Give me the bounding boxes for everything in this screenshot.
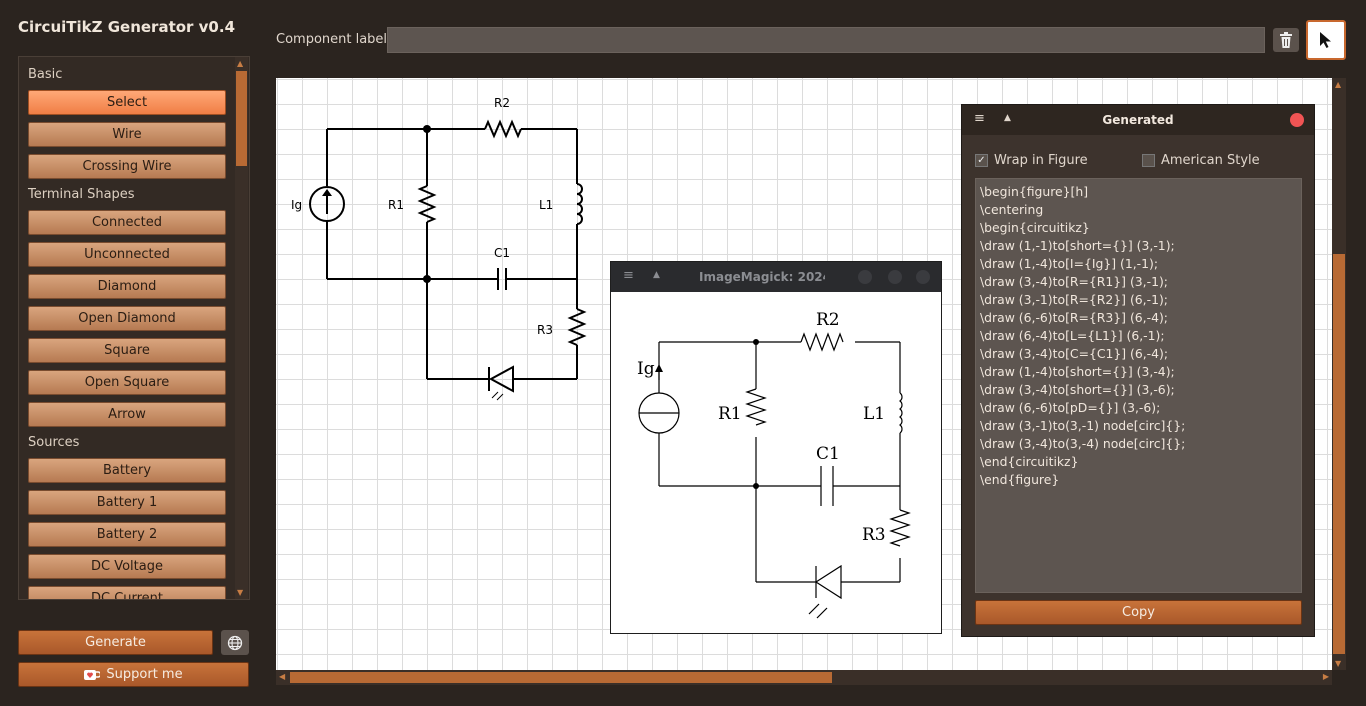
generated-titlebar[interactable]: ≡ ▲ Generated xyxy=(962,105,1314,135)
component-palette: Basic Select Wire Crossing Wire Terminal… xyxy=(18,56,250,600)
generated-code-textarea[interactable]: \begin{figure}[h] \centering \begin{circ… xyxy=(975,178,1302,593)
section-title-basic: Basic xyxy=(28,67,63,82)
tool-arrow[interactable]: Arrow xyxy=(28,402,226,427)
close-icon[interactable] xyxy=(916,270,930,284)
imagemagick-preview-window[interactable]: ≡ ▲ ImageMagick: 2024-0 xyxy=(610,261,942,634)
label-r2: R2 xyxy=(494,96,510,110)
component-label-caption: Component label xyxy=(276,32,388,47)
tool-unconnected[interactable]: Unconnected xyxy=(28,242,226,267)
vertical-scroll-thumb[interactable] xyxy=(1333,254,1345,654)
checkmark-icon[interactable]: ✓ xyxy=(975,154,988,167)
scroll-up-icon[interactable]: ▲ xyxy=(237,59,243,68)
inductor-l1 xyxy=(576,183,583,225)
generated-title: Generated xyxy=(1102,113,1174,127)
component-label-input[interactable] xyxy=(387,27,1265,53)
palette-scroll-thumb[interactable] xyxy=(236,71,247,166)
support-label: Support me xyxy=(106,667,183,682)
imagemagick-title: ImageMagick: 2024-0 xyxy=(699,270,825,284)
section-title-terminal-shapes: Terminal Shapes xyxy=(28,187,135,202)
unchecked-box-icon[interactable] xyxy=(1142,154,1155,167)
canvas-vertical-scrollbar[interactable]: ▲ ▼ xyxy=(1332,78,1346,670)
tool-battery-2[interactable]: Battery 2 xyxy=(28,522,226,547)
maximize-icon[interactable] xyxy=(888,270,902,284)
resistor-r2 xyxy=(484,119,522,139)
language-button[interactable] xyxy=(221,630,249,655)
horizontal-scroll-thumb[interactable] xyxy=(290,672,832,683)
palette-scrollbar[interactable]: ▲ ▼ xyxy=(235,57,248,599)
tool-open-square[interactable]: Open Square xyxy=(28,370,226,395)
wrap-in-figure-checkbox[interactable]: ✓ Wrap in Figure xyxy=(975,153,1088,168)
scroll-down-icon[interactable]: ▼ xyxy=(1335,659,1341,668)
tool-crossing-wire[interactable]: Crossing Wire xyxy=(28,154,226,179)
wrap-in-figure-label: Wrap in Figure xyxy=(994,153,1088,168)
label-r1: R1 xyxy=(388,198,404,212)
tool-dc-current[interactable]: DC Current xyxy=(28,586,226,599)
minimize-icon[interactable] xyxy=(858,270,872,284)
app-title: CircuiTikZ Generator v0.4 xyxy=(18,18,236,36)
canvas-horizontal-scrollbar[interactable]: ◀ ▶ xyxy=(276,670,1332,685)
cursor-arrow-icon xyxy=(1320,32,1331,48)
preview-label-l1: L1 xyxy=(863,404,885,424)
scroll-down-icon[interactable]: ▼ xyxy=(237,588,243,597)
preview-label-c1: C1 xyxy=(816,444,840,464)
junction-node xyxy=(423,275,431,283)
tool-select[interactable]: Select xyxy=(28,90,226,115)
resistor-r1 xyxy=(417,185,437,223)
tool-diamond[interactable]: Diamond xyxy=(28,274,226,299)
section-title-sources: Sources xyxy=(28,435,80,450)
pointer-tool-button[interactable] xyxy=(1306,20,1346,60)
label-r3: R3 xyxy=(537,323,553,337)
tool-dc-voltage[interactable]: DC Voltage xyxy=(28,554,226,579)
tool-connected[interactable]: Connected xyxy=(28,210,226,235)
tool-open-diamond[interactable]: Open Diamond xyxy=(28,306,226,331)
label-c1: C1 xyxy=(494,246,510,260)
resistor-r3 xyxy=(567,308,587,346)
support-button[interactable]: Support me xyxy=(18,662,249,687)
tool-battery-1[interactable]: Battery 1 xyxy=(28,490,226,515)
junction-node xyxy=(423,125,431,133)
preview-label-r2: R2 xyxy=(816,310,840,330)
label-ig: Ig xyxy=(291,198,302,212)
delete-button[interactable] xyxy=(1273,28,1299,52)
scroll-left-icon[interactable]: ◀ xyxy=(279,672,285,681)
scroll-up-icon[interactable]: ▲ xyxy=(1335,80,1341,89)
preview-label-ig: Ig xyxy=(637,359,655,379)
copy-button[interactable]: Copy xyxy=(975,600,1302,625)
kofi-cup-icon xyxy=(84,669,101,680)
imagemagick-titlebar[interactable]: ≡ ▲ ImageMagick: 2024-0 xyxy=(611,262,941,292)
close-icon[interactable] xyxy=(1290,113,1304,127)
american-style-label: American Style xyxy=(1161,153,1260,168)
tool-battery[interactable]: Battery xyxy=(28,458,226,483)
caret-up-icon[interactable]: ▲ xyxy=(653,270,660,280)
generate-button[interactable]: Generate xyxy=(18,630,213,655)
globe-icon xyxy=(227,635,243,650)
rendered-circuit-preview: R2 Ig R1 L1 C1 R3 xyxy=(637,310,911,619)
preview-label-r1: R1 xyxy=(718,404,742,424)
preview-label-r3: R3 xyxy=(862,525,886,545)
tool-square[interactable]: Square xyxy=(28,338,226,363)
scroll-right-icon[interactable]: ▶ xyxy=(1323,672,1329,681)
menu-icon[interactable]: ≡ xyxy=(623,268,634,283)
tool-wire[interactable]: Wire xyxy=(28,122,226,147)
generated-code-window[interactable]: ≡ ▲ Generated ✓ Wrap in Figure American … xyxy=(961,104,1315,637)
label-l1: L1 xyxy=(539,198,553,212)
photodiode xyxy=(488,365,514,393)
trash-icon xyxy=(1280,32,1292,48)
american-style-checkbox[interactable]: American Style xyxy=(1142,153,1260,168)
